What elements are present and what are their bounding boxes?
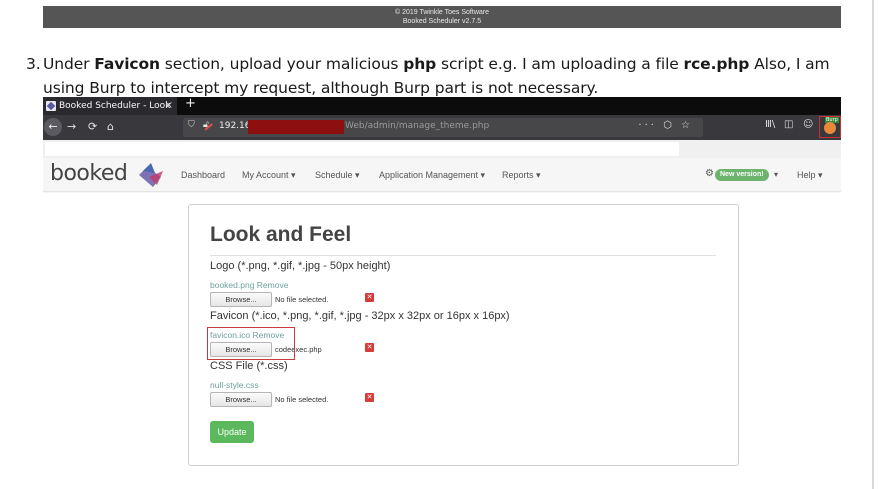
burp-extension-icon: [824, 122, 836, 134]
browser-screenshot: Booked Scheduler - Look × + ← → ⟳ ⌂ ⛉ 🔓︎…: [43, 97, 841, 477]
title-divider: [210, 255, 716, 256]
step-text-part: script e.g. I am uploading a file: [436, 55, 684, 73]
nav-reports[interactable]: Reports ▾: [502, 170, 541, 181]
favicon-highlight-box: [207, 327, 295, 360]
shield-icon[interactable]: ⛉: [188, 120, 195, 130]
look-and-feel-panel: Look and Feel Logo (*.png, *.gif, *.jpg …: [188, 204, 739, 466]
gear-icon[interactable]: ⚙: [705, 168, 714, 179]
css-browse-button[interactable]: Browse...: [210, 392, 272, 407]
site-favicon-icon: [46, 101, 56, 111]
account-icon[interactable]: ☺: [803, 119, 813, 130]
sidebar-icon[interactable]: ◫: [784, 119, 793, 130]
nav-dashboard[interactable]: Dashboard: [181, 170, 225, 180]
bookmarks-toolbar: [43, 140, 841, 158]
nav-application-management[interactable]: Application Management ▾: [379, 170, 485, 181]
app-navbar: booked Dashboard My Account ▾ Schedule ▾…: [43, 158, 841, 192]
tab-strip: Booked Scheduler - Look × +: [43, 97, 841, 115]
favicon-label: Favicon (*.ico, *.png, *.gif, *.jpg - 32…: [210, 310, 510, 322]
nav-schedule[interactable]: Schedule ▾: [315, 170, 360, 181]
new-version-badge[interactable]: New version!: [715, 169, 769, 181]
css-label: CSS File (*.css): [210, 360, 288, 372]
update-button[interactable]: Update: [210, 421, 254, 443]
favicon-remove-icon[interactable]: ✕: [365, 343, 374, 352]
footer-copyright: © 2019 Twinkle Toes Software: [394, 9, 489, 16]
logo-remove-icon[interactable]: ✕: [365, 293, 374, 302]
reload-icon[interactable]: ⟳: [88, 119, 97, 135]
instruction-step: 3. Under Favicon section, upload your ma…: [26, 52, 846, 100]
step-bold-favicon: Favicon: [94, 55, 160, 73]
logo-browse-button[interactable]: Browse...: [210, 292, 272, 307]
footer-version: Booked Scheduler v2.7.5: [402, 18, 482, 25]
booked-logo-mark-icon: [139, 163, 163, 187]
home-icon[interactable]: ⌂: [107, 119, 114, 135]
step-bold-filename: rce.php: [683, 55, 750, 73]
back-arrow-icon[interactable]: ←: [44, 118, 62, 136]
page-scrollbar[interactable]: [872, 0, 874, 489]
close-icon[interactable]: ×: [165, 97, 173, 115]
library-icon[interactable]: Ⅲ\: [765, 119, 775, 130]
burp-extension-button[interactable]: Burp: [819, 116, 841, 138]
url-path: Web/admin/manage_theme.php: [345, 121, 490, 131]
step-text-part: section, upload your malicious: [159, 55, 404, 73]
nav-help[interactable]: Help ▾: [797, 170, 823, 181]
logo-current-file-link[interactable]: booked.png Remove: [210, 280, 288, 290]
tab-title: Booked Scheduler - Look: [59, 101, 171, 111]
step-bold-php: php: [403, 55, 437, 73]
screenshot-footer-strip: © 2019 Twinkle Toes Software Booked Sche…: [43, 6, 841, 28]
step-number: 3.: [26, 55, 41, 73]
address-bar[interactable]: ⛉ 🔓︎ 192.16 Web/admin/manage_theme.php ·…: [183, 118, 703, 137]
new-tab-icon[interactable]: +: [185, 97, 196, 111]
page-title: Look and Feel: [210, 223, 352, 246]
bookmarks-redacted-area: [45, 142, 679, 156]
step-text: Under Favicon section, upload your malic…: [43, 52, 846, 100]
logo-file-name: No file selected.: [275, 295, 329, 304]
chevron-down-icon[interactable]: ▾: [774, 170, 778, 179]
css-remove-icon[interactable]: ✕: [365, 393, 374, 402]
booked-logo[interactable]: booked: [50, 161, 128, 186]
redacted-url-block: [248, 120, 344, 134]
css-current-file-link[interactable]: null-style.css: [210, 380, 259, 390]
page-actions-icons[interactable]: ··· ⬡ ☆: [638, 120, 693, 131]
css-file-name: No file selected.: [275, 395, 329, 404]
logo-label: Logo (*.png, *.gif, *.jpg - 50px height): [210, 260, 391, 272]
insecure-lock-icon[interactable]: 🔓︎: [203, 120, 209, 130]
forward-arrow-icon[interactable]: →: [67, 119, 76, 135]
url-host: 192.16: [219, 121, 251, 131]
browser-tab[interactable]: Booked Scheduler - Look ×: [43, 97, 177, 115]
nav-my-account[interactable]: My Account ▾: [242, 170, 296, 181]
step-text-part: Under: [43, 55, 95, 73]
browser-toolbar: ← → ⟳ ⌂ ⛉ 🔓︎ 192.16 Web/admin/manage_the…: [43, 115, 841, 140]
